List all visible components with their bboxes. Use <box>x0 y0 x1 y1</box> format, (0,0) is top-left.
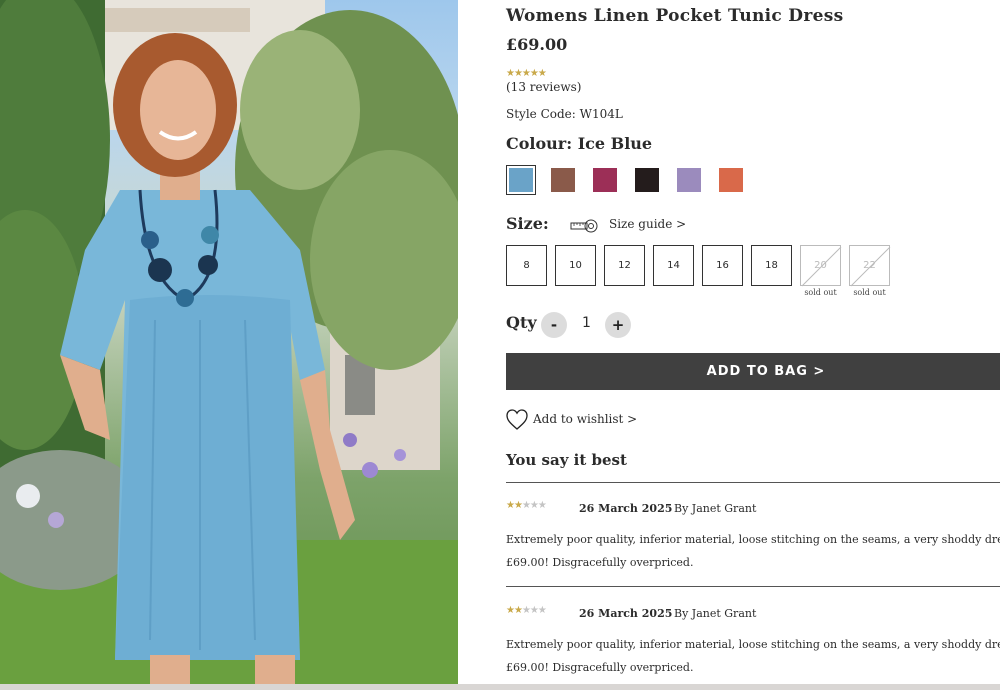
size-option-button[interactable]: 14 <box>653 245 694 286</box>
size-guide-link[interactable]: Size guide > <box>609 217 686 231</box>
size-option: 12 <box>604 245 645 286</box>
add-to-bag-button[interactable]: ADD TO BAG > <box>506 353 1000 390</box>
colour-swatches <box>506 165 746 195</box>
size-option-button: 20 <box>800 245 842 287</box>
product-photo-illustration <box>0 0 458 684</box>
size-options: 8 10 12 14 16 18 20 sold out 22 sold out <box>506 245 891 297</box>
page-bottom-strip <box>0 684 1000 690</box>
size-option-button[interactable]: 18 <box>751 245 792 286</box>
size-option: 22 sold out <box>849 245 891 297</box>
size-option: 18 <box>751 245 792 286</box>
add-to-wishlist-link[interactable]: Add to wishlist > <box>533 412 637 426</box>
product-price: £69.00 <box>506 35 568 54</box>
size-option: 16 <box>702 245 743 286</box>
size-option-button: 22 <box>849 245 891 287</box>
size-option-button[interactable]: 8 <box>506 245 547 286</box>
colour-swatch[interactable] <box>716 165 746 195</box>
tape-measure-icon[interactable] <box>570 219 598 233</box>
colour-swatch[interactable] <box>590 165 620 195</box>
colour-swatch-chip <box>593 168 617 192</box>
reviews-heading: You say it best <box>506 451 627 469</box>
size-option: 10 <box>555 245 596 286</box>
review-rating-stars-icon: ★★★★★ <box>506 605 547 616</box>
size-option-button[interactable]: 10 <box>555 245 596 286</box>
sold-out-strike-icon <box>801 246 842 287</box>
review-author: By Janet Grant <box>674 607 757 620</box>
size-option: 8 <box>506 245 547 286</box>
reviews-count-link[interactable]: (13 reviews) <box>506 80 581 94</box>
colour-swatch[interactable] <box>506 165 536 195</box>
sold-out-strike-icon <box>850 246 891 287</box>
product-details: Womens Linen Pocket Tunic Dress £69.00 ★… <box>506 0 1000 684</box>
quantity-decrease-button[interactable]: - <box>541 312 567 338</box>
quantity-value[interactable]: 1 <box>582 315 591 331</box>
size-label: Size: <box>506 214 549 233</box>
colour-swatch[interactable] <box>548 165 578 195</box>
rating-stars-icon: ★★★★★ <box>506 68 547 79</box>
review-date: 26 March 2025 <box>579 502 673 515</box>
colour-swatch[interactable] <box>674 165 704 195</box>
divider <box>506 586 1000 587</box>
size-option-button[interactable]: 16 <box>702 245 743 286</box>
colour-swatch[interactable] <box>632 165 662 195</box>
divider <box>506 482 1000 483</box>
colour-swatch-chip <box>677 168 701 192</box>
size-option: 20 sold out <box>800 245 842 297</box>
colour-swatch-chip <box>551 168 575 192</box>
colour-swatch-chip <box>719 168 743 192</box>
heart-icon[interactable] <box>506 408 528 432</box>
review-text: Extremely poor quality, inferior materia… <box>506 533 1000 569</box>
review-text: Extremely poor quality, inferior materia… <box>506 638 1000 674</box>
colour-swatch-chip <box>509 168 533 192</box>
size-option: 14 <box>653 245 694 286</box>
review-rating-stars-icon: ★★★★★ <box>506 500 547 511</box>
quantity-increase-button[interactable]: + <box>605 312 631 338</box>
review-author: By Janet Grant <box>674 502 757 515</box>
review-date: 26 March 2025 <box>579 607 673 620</box>
sold-out-label: sold out <box>853 288 886 297</box>
product-image[interactable] <box>0 0 458 684</box>
product-title: Womens Linen Pocket Tunic Dress <box>506 6 844 26</box>
colour-label: Colour: Ice Blue <box>506 134 653 153</box>
quantity-label: Qty <box>506 313 537 332</box>
sold-out-label: sold out <box>804 288 837 297</box>
colour-swatch-chip <box>635 168 659 192</box>
style-code: Style Code: W104L <box>506 107 623 121</box>
size-option-button[interactable]: 12 <box>604 245 645 286</box>
